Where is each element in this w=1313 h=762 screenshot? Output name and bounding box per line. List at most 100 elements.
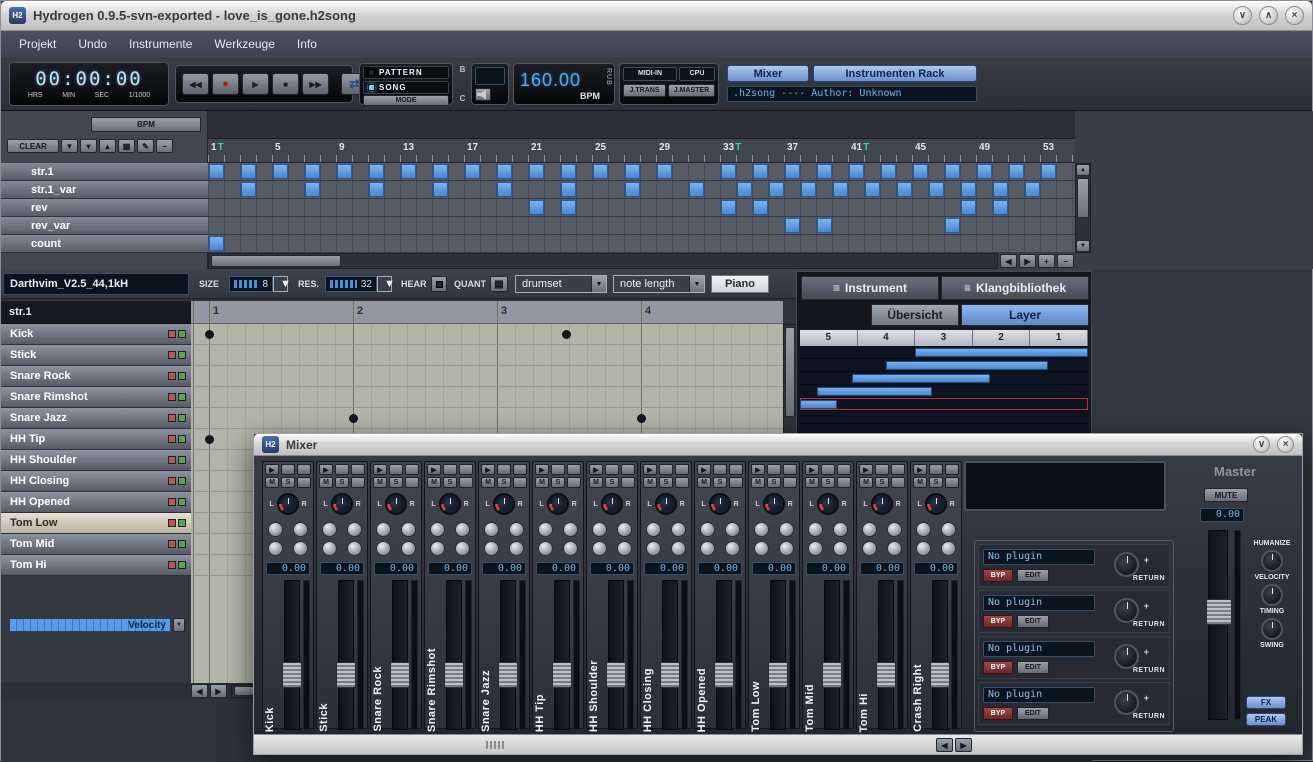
fx-send-knob[interactable] [563,541,578,556]
fx-send-knob[interactable] [833,522,848,537]
forward-button[interactable]: ▶▶ [302,73,329,95]
pattern-cell[interactable] [1041,164,1056,179]
fx-send-knob[interactable] [916,522,931,537]
layer-row[interactable] [800,372,1088,385]
channel-mute-button[interactable]: M [751,477,765,488]
pattern-cell[interactable] [561,182,576,197]
instrument-mute-led[interactable] [168,414,176,422]
fx-send-knob[interactable] [376,541,391,556]
instrument-row[interactable]: HH Tip [1,429,191,450]
draw-mode-icon[interactable]: ✎ [137,139,154,153]
fx-name-display[interactable]: No plugin [983,641,1095,657]
channel-button[interactable] [783,477,797,488]
channel-button[interactable] [459,477,473,488]
channel-button[interactable] [729,464,743,475]
channel-play-button[interactable]: ▶ [697,464,711,475]
fx-send-knob[interactable] [293,522,308,537]
pattern-cell[interactable] [993,200,1008,215]
zoom-in-icon[interactable]: + [1038,254,1055,268]
channel-button[interactable] [405,477,419,488]
pattern-list-item[interactable]: str.1_var [1,181,208,199]
channel-play-button[interactable]: ▶ [751,464,765,475]
instrument-mute-led[interactable] [168,498,176,506]
channel-button[interactable] [605,464,619,475]
pattern-cell[interactable] [209,164,224,179]
pan-knob[interactable] [655,493,677,515]
song-mode-button[interactable]: SONG [363,81,449,94]
show-peaks-button[interactable]: PEAK [1246,713,1286,726]
play-button[interactable]: ▶ [242,73,269,95]
channel-mute-button[interactable]: M [481,477,495,488]
clear-pattern-sequence-button[interactable]: CLEAR [7,139,59,153]
scroll-right-icon[interactable]: ▶ [210,684,227,698]
channel-button[interactable] [945,464,959,475]
pattern-cell[interactable] [305,164,320,179]
pattern-cell[interactable] [465,164,480,179]
pattern-cell[interactable] [657,164,672,179]
fx-send-knob[interactable] [862,522,877,537]
pattern-list-item[interactable]: rev [1,199,208,217]
channel-fader[interactable] [446,580,462,730]
instrument-solo-led[interactable] [178,498,186,506]
note-length-select[interactable]: note length▼ [613,275,705,293]
pattern-cell[interactable] [737,182,752,197]
pattern-cell[interactable] [865,182,880,197]
song-grid-row[interactable] [208,163,1075,181]
layer-header[interactable]: 3 [915,330,973,346]
channel-button[interactable] [567,477,581,488]
resolution-dropdown-icon[interactable]: ▼ [377,276,392,292]
instrument-solo-led[interactable] [178,393,186,401]
pattern-list-item[interactable]: count [1,235,208,253]
fx-send-knob[interactable] [754,541,769,556]
pattern-cell[interactable] [497,182,512,197]
fx-send-knob[interactable] [538,522,553,537]
instrument-solo-led[interactable] [178,561,186,569]
fx-send-knob[interactable] [509,522,524,537]
fx-edit-button[interactable]: EDIT [1017,569,1049,582]
channel-solo-button[interactable]: S [875,477,889,488]
channel-mute-button[interactable]: M [535,477,549,488]
speaker-button[interactable] [475,88,491,101]
fx-send-knob[interactable] [725,541,740,556]
channel-solo-button[interactable]: S [767,477,781,488]
channel-button[interactable] [675,464,689,475]
channel-button[interactable] [281,464,295,475]
channel-fader[interactable] [608,580,624,730]
show-instrument-rack-button[interactable]: Instrumenten Rack [813,65,977,82]
pan-knob[interactable] [439,493,461,515]
fx-send-knob[interactable] [484,522,499,537]
song-grid-row[interactable] [208,235,1075,253]
chevron-down-icon[interactable]: ▼ [689,276,704,292]
channel-button[interactable] [837,464,851,475]
pan-knob[interactable] [493,493,515,515]
tab-overview[interactable]: Übersicht [871,304,959,326]
chevron-down-icon[interactable]: ▼ [591,276,606,292]
fx-bypass-button[interactable]: BYP [983,707,1013,720]
instrument-row[interactable]: HH Opened [1,492,191,513]
scroll-right-icon[interactable]: ▶ [955,738,972,752]
menu-info[interactable]: Info [287,33,327,55]
channel-fader[interactable] [392,580,408,730]
fx-return-knob[interactable] [1114,690,1139,715]
channel-button[interactable] [621,464,635,475]
fx-send-knob[interactable] [268,541,283,556]
pattern-cell[interactable] [433,164,448,179]
pattern-cell[interactable] [1025,182,1040,197]
fx-bypass-button[interactable]: BYP [983,661,1013,674]
channel-button[interactable] [729,477,743,488]
channel-button[interactable] [891,464,905,475]
channel-solo-button[interactable]: S [821,477,835,488]
pattern-cell[interactable] [561,164,576,179]
tempo-ruler[interactable] [208,111,1075,139]
pattern-cell[interactable] [529,200,544,215]
channel-fader[interactable] [500,580,516,730]
fx-send-knob[interactable] [808,522,823,537]
pattern-cell[interactable] [785,218,800,233]
fx-send-knob[interactable] [322,541,337,556]
fx-send-knob[interactable] [808,541,823,556]
master-velocity-knob[interactable] [1261,550,1283,572]
fx-send-knob[interactable] [401,522,416,537]
fx-send-knob[interactable] [401,541,416,556]
channel-button[interactable] [389,464,403,475]
mode-switch-button[interactable]: MODE [363,95,449,106]
